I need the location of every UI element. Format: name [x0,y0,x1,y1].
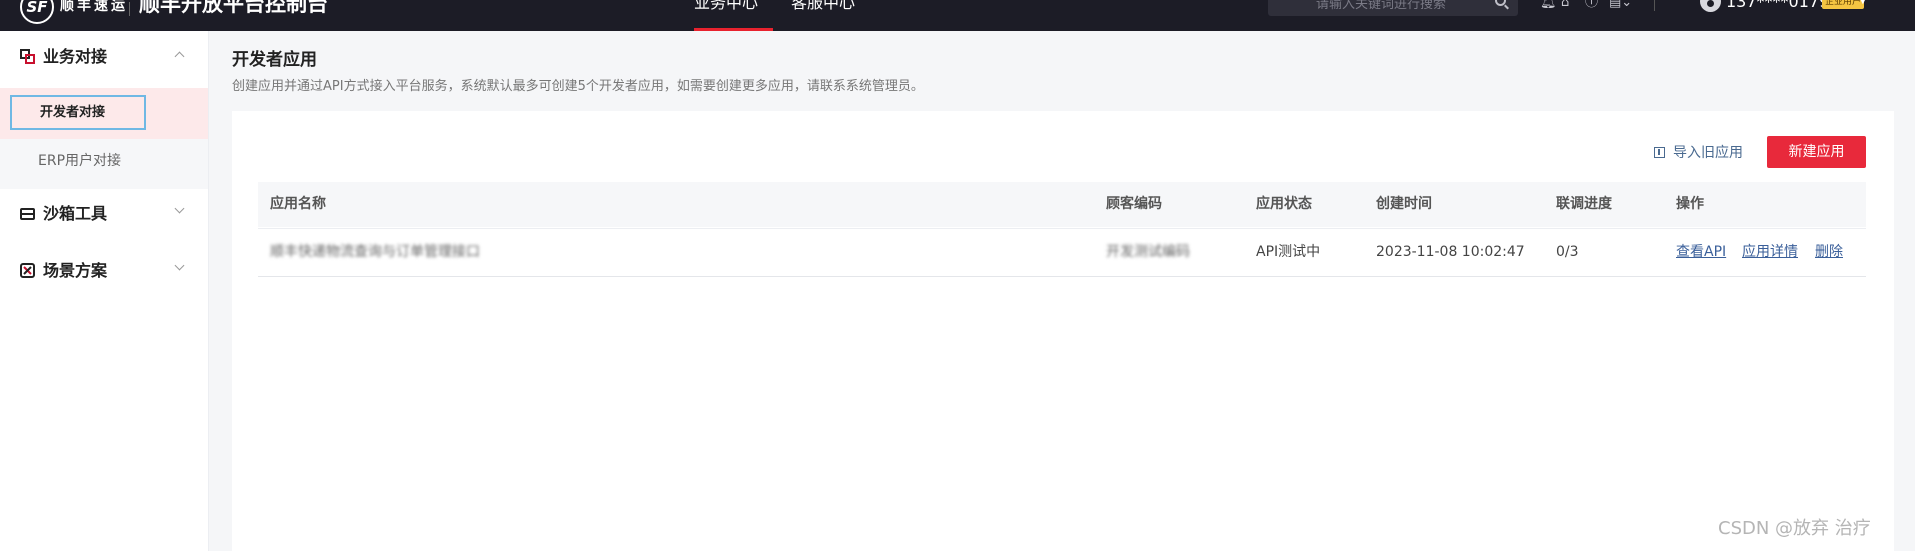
app-name: 顺丰快递物流查询与订单管理接口 [270,244,480,260]
import-old-app-button[interactable]: 导入旧应用 [1654,144,1743,162]
sidebar-group-scenario[interactable]: 场景方案 [0,251,208,291]
column-customer-code: 顾客编码 [1106,196,1162,212]
chevron-down-icon [174,260,185,271]
column-progress: 联调进度 [1556,196,1612,212]
content-panel [232,111,1894,551]
sidebar: 业务对接 开发者对接 ERP用户对接 沙箱工具 场景方案 [0,31,209,551]
tab-customer-service-center[interactable]: 客服中心 [791,0,855,31]
view-api-link[interactable]: 查看API [1676,244,1726,260]
search-placeholder: 请输入关键词进行搜索 [1316,0,1447,12]
help-icon[interactable]: ⓘ [1585,0,1598,10]
sidebar-group-label: 沙箱工具 [43,204,108,223]
business-icon [20,49,35,64]
import-icon [1654,147,1665,158]
create-app-button[interactable]: 新建应用 [1767,136,1866,168]
customer-code: 开发测试编码 [1106,244,1190,260]
platform-title: 顺丰开放平台控制台 [139,0,328,16]
column-actions: 操作 [1676,196,1704,212]
watermark: CSDN @放弃 治疗 [1718,518,1871,539]
sf-logo-icon[interactable]: SF [20,0,54,24]
sidebar-group-sandbox[interactable]: 沙箱工具 [0,194,208,234]
sidebar-item-erp[interactable]: ERP用户对接 [38,153,121,169]
sidebar-group-business[interactable]: 业务对接 [0,37,208,77]
delete-link[interactable]: 删除 [1815,244,1843,260]
header-divider [1654,0,1655,11]
chevron-up-icon [174,51,185,62]
column-app-status: 应用状态 [1256,196,1312,212]
column-created-time: 创建时间 [1376,196,1432,212]
home-icon[interactable]: ⌂ [1561,0,1569,10]
app-status: API测试中 [1256,244,1321,260]
scenario-icon [20,263,35,278]
import-label: 导入旧应用 [1673,145,1743,161]
app-details-link[interactable]: 应用详情 [1742,244,1798,260]
page-description: 创建应用并通过API方式接入平台服务，系统默认最多可创建5个开发者应用，如需要创… [232,79,924,94]
chevron-down-icon [174,203,185,214]
tab-business-center[interactable]: 业务中心 [694,0,773,31]
table-header: 应用名称 顾客编码 应用状态 创建时间 联调进度 操作 [258,182,1866,227]
sidebar-group-label: 场景方案 [43,261,108,280]
created-time: 2023-11-08 10:02:47 [1376,244,1525,260]
avatar[interactable] [1700,0,1721,12]
search-icon[interactable] [1495,0,1506,6]
bell-icon[interactable]: 🔔︎ [1540,0,1557,10]
search-input[interactable]: 请输入关键词进行搜索 [1268,0,1518,16]
logo-text: 顺丰速运 [60,0,128,14]
username[interactable]: 137****0179 [1726,0,1829,10]
sidebar-group-label: 业务对接 [43,47,108,66]
page-title: 开发者应用 [232,50,317,70]
sidebar-item-developer[interactable]: 开发者对接 [10,95,146,130]
enterprise-user-badge: 企业用户 [1822,0,1865,9]
document-icon[interactable]: ▤⌄ [1609,0,1632,10]
integration-progress: 0/3 [1556,244,1579,260]
table-row: 顺丰快递物流查询与订单管理接口 开发测试编码 API测试中 2023-11-08… [258,228,1866,277]
column-app-name: 应用名称 [270,196,326,212]
top-navigation-bar: SF 顺丰速运 顺丰开放平台控制台 业务中心 客服中心 请输入关键词进行搜索 🔔… [0,0,1915,31]
chevron-down-icon[interactable]: ▼ [1859,0,1867,7]
logo-divider [129,2,130,16]
sandbox-icon [20,208,35,220]
